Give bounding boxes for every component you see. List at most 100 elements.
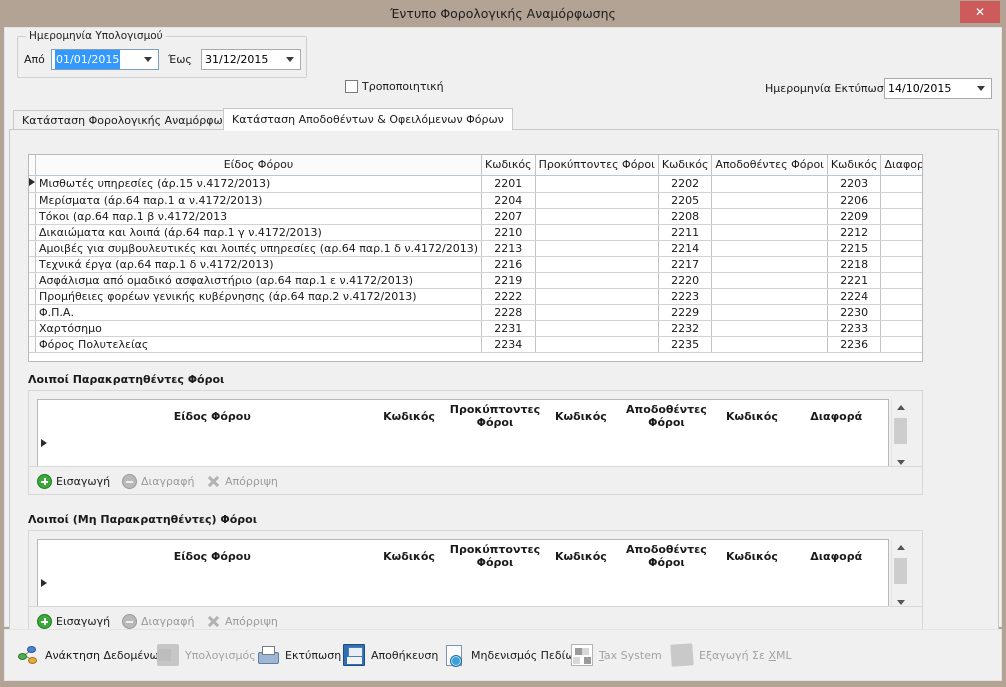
cell-code-2[interactable]: 2211 [658, 224, 713, 241]
cell-kind[interactable]: Τεχνικά έργα (αρ.64 παρ.1 δ ν.4172/2013) [35, 256, 483, 273]
cell-code-3[interactable]: 2221 [827, 272, 882, 289]
tax-system-button[interactable]: Tax System [571, 640, 662, 670]
scrollbar-thumb[interactable] [894, 418, 907, 444]
export-xml-button[interactable]: Εξαγωγή Σε XML [670, 640, 792, 670]
cell-accrued[interactable] [535, 192, 659, 209]
cell-difference[interactable] [880, 336, 922, 353]
cell-code-3[interactable] [719, 432, 784, 456]
table-row[interactable] [40, 572, 886, 596]
cell-rendered[interactable] [711, 208, 828, 225]
cell-kind[interactable]: Φ.Π.Α. [35, 304, 483, 321]
cell-rendered[interactable] [711, 192, 828, 209]
cell-kind[interactable]: Προμήθειες φορέων γενικής κυβέρνησης (άρ… [35, 288, 483, 305]
cell-code-1[interactable]: 2234 [481, 336, 536, 353]
cell-rendered[interactable] [711, 288, 828, 305]
cell-code-2[interactable]: 2223 [658, 288, 713, 305]
cell-kind[interactable] [50, 432, 375, 456]
header-code-1[interactable]: Κωδικός [377, 402, 442, 430]
table-row[interactable]: Ασφάλισμα από ομαδικό ασφαλιστήριο (αρ.6… [29, 272, 922, 289]
cell-code-1[interactable]: 2213 [481, 240, 536, 257]
cell-code-1[interactable] [377, 572, 442, 596]
to-date-combo[interactable]: 31/12/2015 [201, 49, 301, 70]
cell-kind[interactable] [50, 572, 375, 596]
cell-code-1[interactable]: 2222 [481, 288, 536, 305]
tab-tax-reform-status[interactable]: Κατάσταση Φορολογικής Αναμόρφωσης [13, 110, 253, 130]
cell-code-2[interactable]: 2202 [658, 175, 713, 193]
cell-accrued[interactable] [443, 572, 546, 596]
cell-rendered[interactable] [711, 272, 828, 289]
cell-rendered[interactable] [711, 320, 828, 337]
cell-code-1[interactable] [377, 432, 442, 456]
cell-rendered[interactable] [615, 432, 717, 456]
cell-accrued[interactable] [535, 288, 659, 305]
cell-difference[interactable] [880, 256, 922, 273]
header-accrued[interactable]: Προκύπτοντες Φόροι [443, 402, 546, 430]
header-code-3[interactable]: Κωδικός [719, 542, 784, 570]
header-difference[interactable]: Διαφορά [880, 155, 922, 176]
header-rendered[interactable]: Αποδοθέντες Φόροι [615, 402, 717, 430]
cell-code-1[interactable]: 2231 [481, 320, 536, 337]
header-kind[interactable]: Είδος Φόρου [50, 402, 375, 430]
cell-difference[interactable] [786, 432, 886, 456]
cell-code-2[interactable] [548, 432, 613, 456]
cell-code-1[interactable]: 2201 [481, 175, 536, 193]
delete-button-not-withheld[interactable]: Διαγραφή [122, 612, 194, 630]
cell-accrued[interactable] [535, 272, 659, 289]
cell-difference[interactable] [880, 175, 922, 193]
cell-accrued[interactable] [535, 336, 659, 353]
insert-button-not-withheld[interactable]: Εισαγωγή [37, 612, 110, 630]
cell-code-3[interactable]: 2233 [827, 320, 882, 337]
header-code-2[interactable]: Κωδικός [548, 402, 613, 430]
cell-code-3[interactable]: 2218 [827, 256, 882, 273]
cell-rendered[interactable] [711, 175, 828, 193]
cell-rendered[interactable] [711, 256, 828, 273]
cell-difference[interactable] [880, 224, 922, 241]
cell-difference[interactable] [880, 288, 922, 305]
header-difference[interactable]: Διαφορά [786, 402, 886, 430]
cell-code-3[interactable]: 2224 [827, 288, 882, 305]
scrollbar-not-withheld[interactable] [891, 539, 908, 611]
cell-code-3[interactable] [719, 572, 784, 596]
chevron-down-icon[interactable] [281, 50, 298, 69]
calculate-button[interactable]: Υπολογισμός [157, 640, 256, 670]
table-row[interactable] [40, 432, 886, 456]
cell-code-1[interactable]: 2207 [481, 208, 536, 225]
cell-kind[interactable]: Φόρος Πολυτελείας [35, 336, 483, 353]
cell-accrued[interactable] [443, 432, 546, 456]
cell-kind[interactable]: Χαρτόσημο [35, 320, 483, 337]
cell-accrued[interactable] [535, 208, 659, 225]
header-code-3[interactable]: Κωδικός [827, 155, 882, 176]
insert-button-withheld[interactable]: Εισαγωγή [37, 472, 110, 490]
cell-code-3[interactable]: 2212 [827, 224, 882, 241]
header-accrued[interactable]: Προκύπτοντες Φόροι [535, 155, 659, 176]
scrollbar-thumb[interactable] [894, 558, 907, 584]
from-date-combo[interactable]: 01/01/2015 [51, 49, 159, 70]
cell-code-3[interactable]: 2215 [827, 240, 882, 257]
header-code-2[interactable]: Κωδικός [658, 155, 713, 176]
clear-fields-button[interactable]: Μηδενισμός Πεδίων [443, 640, 581, 670]
cell-difference[interactable] [880, 240, 922, 257]
grid-not-withheld[interactable]: Είδος Φόρου Κωδικός Προκύπτοντες Φόροι Κ… [37, 539, 889, 611]
cell-code-3[interactable]: 2203 [827, 175, 882, 193]
chevron-down-icon[interactable] [139, 50, 156, 69]
cell-difference[interactable] [786, 572, 886, 596]
grid-other-withheld[interactable]: Είδος Φόρου Κωδικός Προκύπτοντες Φόροι Κ… [37, 399, 889, 471]
header-kind[interactable]: Είδος Φόρου [35, 155, 483, 176]
header-code-2[interactable]: Κωδικός [548, 542, 613, 570]
header-difference[interactable]: Διαφορά [786, 542, 886, 570]
cell-code-3[interactable]: 2209 [827, 208, 882, 225]
cell-code-1[interactable]: 2204 [481, 192, 536, 209]
cell-code-2[interactable]: 2232 [658, 320, 713, 337]
cell-code-1[interactable]: 2219 [481, 272, 536, 289]
cell-code-1[interactable]: 2216 [481, 256, 536, 273]
table-row[interactable]: Προμήθειες φορέων γενικής κυβέρνησης (άρ… [29, 288, 922, 305]
header-code-3[interactable]: Κωδικός [719, 402, 784, 430]
cell-accrued[interactable] [535, 320, 659, 337]
header-rendered[interactable]: Αποδοθέντες Φόροι [711, 155, 828, 176]
table-row[interactable]: Φ.Π.Α. 2228 2229 2230 [29, 304, 922, 321]
header-kind[interactable]: Είδος Φόρου [50, 542, 375, 570]
cell-kind[interactable]: Μισθωτές υπηρεσίες (άρ.15 ν.4172/2013) [35, 175, 483, 193]
cell-code-2[interactable]: 2205 [658, 192, 713, 209]
cell-rendered[interactable] [711, 336, 828, 353]
cell-code-3[interactable]: 2230 [827, 304, 882, 321]
